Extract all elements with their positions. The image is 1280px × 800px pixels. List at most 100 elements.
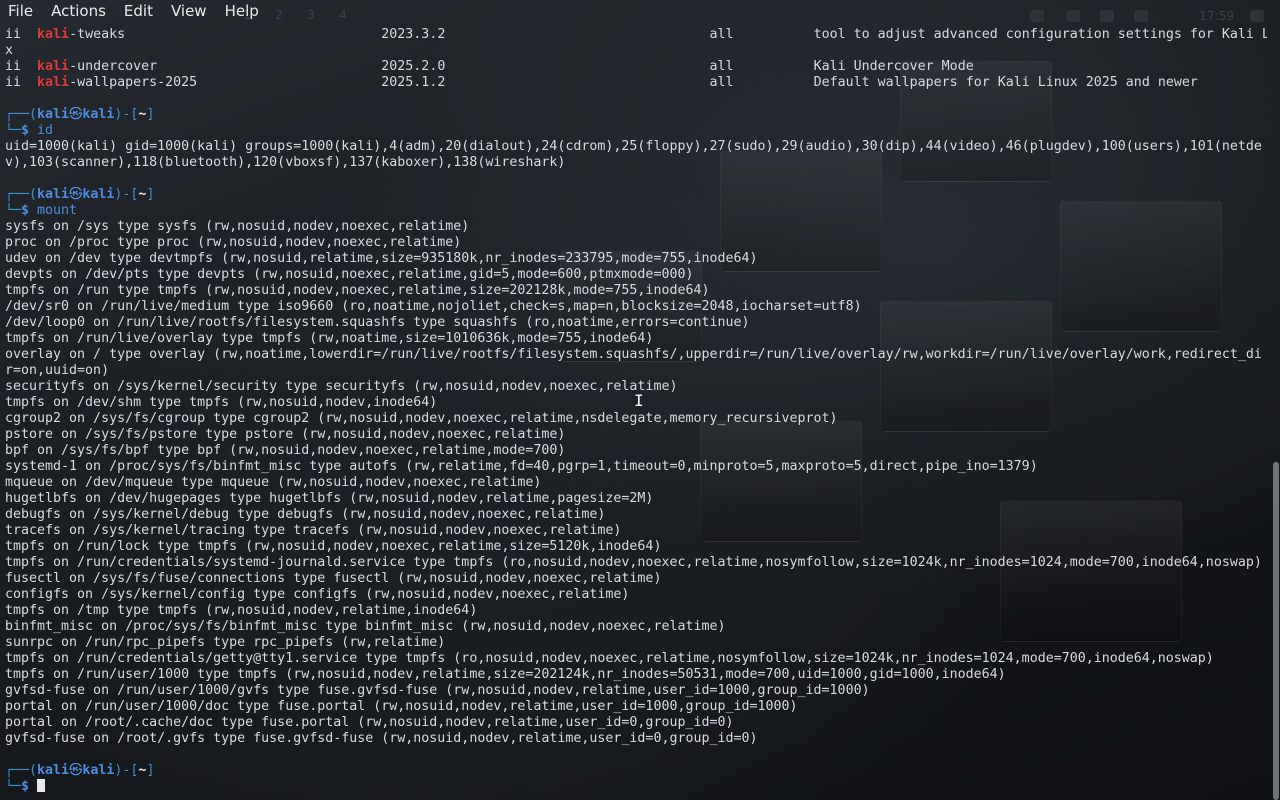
notification-bell-icon[interactable] — [1100, 10, 1114, 22]
mount-output-line: binfmt_misc on /proc/sys/fs/binfmt_misc … — [5, 619, 1267, 635]
mount-output-text: portal on /run/user/1000/doc type fuse.p… — [5, 699, 798, 714]
mount-output-text: r=on,uuid=on) — [5, 363, 110, 378]
mount-output-line: sunrpc on /run/rpc_pipefs type rpc_pipef… — [5, 635, 1267, 651]
mount-output-line: tmpfs on /run type tmpfs (rw,nosuid,node… — [5, 283, 1267, 299]
package-name: -undercover — [69, 59, 382, 74]
workspace-3[interactable]: 3 — [300, 8, 322, 24]
mount-output-text: tmpfs on /dev/shm type tmpfs (rw,nosuid,… — [5, 395, 438, 410]
prompt-line-2: └─$ mount — [5, 203, 1267, 219]
mount-output-text: bpf on /sys/fs/bpf type bpf (rw,nosuid,n… — [5, 443, 566, 458]
mount-output-line: gvfsd-fuse on /run/user/1000/gvfs type f… — [5, 683, 1267, 699]
package-arch: all — [709, 27, 814, 42]
mount-output-text: gvfsd-fuse on /run/user/1000/gvfs type f… — [5, 683, 870, 698]
mount-output-line: udev on /dev type devtmpfs (rw,nosuid,re… — [5, 251, 1267, 267]
menu-actions[interactable]: Actions — [42, 0, 115, 22]
mount-output-line: overlay on / type overlay (rw,noatime,lo… — [5, 347, 1267, 363]
package-description: tool to adjust advanced configuration se… — [813, 27, 1267, 42]
prompt-line-1: ┌──(kali㉿kali)-[~] — [5, 763, 1267, 779]
mount-output-line: /dev/sr0 on /run/live/medium type iso966… — [5, 299, 1267, 315]
package-row-wrap: x — [5, 43, 1267, 59]
menu-edit[interactable]: Edit — [115, 0, 162, 22]
package-description: Kali Undercover Mode — [813, 59, 974, 74]
mount-output-line: cgroup2 on /sys/fs/cgroup type cgroup2 (… — [5, 411, 1267, 427]
mount-output-line: tmpfs on /run/credentials/systemd-journa… — [5, 555, 1267, 571]
workspace-2[interactable]: 2 — [268, 8, 290, 24]
mount-output-text: tmpfs on /tmp type tmpfs (rw,nosuid,node… — [5, 603, 478, 618]
volume-icon[interactable] — [1066, 10, 1080, 22]
mount-output-line: mqueue on /dev/mqueue type mqueue (rw,no… — [5, 475, 1267, 491]
mount-output-text: portal on /root/.cache/doc type fuse.por… — [5, 715, 734, 730]
prompt-line-1: ┌──(kali㉿kali)-[~] — [5, 187, 1267, 203]
text-cursor-ibeam-icon: I — [634, 391, 644, 410]
package-version: 2025.2.0 — [381, 59, 710, 74]
workspace-4[interactable]: 4 — [332, 8, 354, 24]
mount-output-line: portal on /run/user/1000/doc type fuse.p… — [5, 699, 1267, 715]
mount-output-text: configfs on /sys/kernel/config type conf… — [5, 587, 630, 602]
prompt-bracket: └─ — [5, 123, 22, 138]
mount-output-line: tmpfs on /tmp type tmpfs (rw,nosuid,node… — [5, 603, 1267, 619]
mount-output-text: /dev/sr0 on /run/live/medium type iso966… — [5, 299, 862, 314]
mount-output-line: tracefs on /sys/kernel/tracing type trac… — [5, 523, 1267, 539]
prompt-line-2: └─$ — [5, 779, 1267, 795]
prompt-host: kali — [82, 187, 115, 202]
menu-file[interactable]: File — [0, 0, 42, 22]
mount-output-line: r=on,uuid=on) — [5, 363, 1267, 379]
id-output-text: v),103(scanner),118(bluetooth),120(vboxs… — [5, 155, 566, 170]
mount-output-text: systemd-1 on /proc/sys/fs/binfmt_misc ty… — [5, 459, 1038, 474]
command-text: id — [37, 123, 54, 138]
mount-output-text: mqueue on /dev/mqueue type mqueue (rw,no… — [5, 475, 542, 490]
mount-output-line: sysfs on /sys type sysfs (rw,nosuid,node… — [5, 219, 1267, 235]
lock-icon[interactable] — [1250, 10, 1264, 22]
terminal-scrollbar[interactable] — [1273, 462, 1279, 800]
menu-view[interactable]: View — [162, 0, 216, 22]
mount-output-line: tmpfs on /run/live/overlay type tmpfs (r… — [5, 331, 1267, 347]
mount-output-text: overlay on / type overlay (rw,noatime,lo… — [5, 347, 1262, 362]
prompt-bracket: └─ — [5, 779, 22, 794]
mount-output-line: tmpfs on /run/credentials/getty@tty1.ser… — [5, 651, 1267, 667]
prompt-bracket: ] — [146, 107, 155, 122]
prompt-host: kali — [82, 107, 115, 122]
panel-clock[interactable]: 17:59 — [1199, 9, 1234, 23]
package-row: ii kali-undercover 2025.2.0 all Kali Und… — [5, 59, 1267, 75]
prompt-dollar: $ — [21, 123, 38, 138]
prompt-symbol: ㉿ — [69, 763, 83, 778]
power-icon[interactable] — [1134, 10, 1148, 22]
mount-output-line: configfs on /sys/kernel/config type conf… — [5, 587, 1267, 603]
mount-output-line: debugfs on /sys/kernel/debug type debugf… — [5, 507, 1267, 523]
mount-output-line: proc on /proc type proc (rw,nosuid,nodev… — [5, 235, 1267, 251]
mount-output-text: tmpfs on /run type tmpfs (rw,nosuid,node… — [5, 283, 710, 298]
mount-output-text: fusectl on /sys/fs/fuse/connections type… — [5, 571, 662, 586]
mount-output-text: gvfsd-fuse on /root/.gvfs type fuse.gvfs… — [5, 731, 758, 746]
package-version: 2025.1.2 — [381, 75, 710, 90]
prompt-bracket: ┌──( — [5, 763, 38, 778]
mount-output-text: tmpfs on /run/credentials/systemd-journa… — [5, 555, 1262, 570]
display-icon[interactable] — [1030, 10, 1044, 22]
package-name-highlight: kali — [37, 27, 70, 42]
package-status: ii — [5, 75, 38, 90]
mount-output-line: pstore on /sys/fs/pstore type pstore (rw… — [5, 427, 1267, 443]
prompt-user: kali — [37, 107, 70, 122]
prompt-bracket: )-[ — [114, 107, 139, 122]
terminal-output[interactable]: ii kali-tweaks 2023.3.2 all tool to adju… — [5, 27, 1267, 795]
menu-help[interactable]: Help — [216, 0, 268, 22]
package-arch: all — [709, 59, 814, 74]
mount-output-text: cgroup2 on /sys/fs/cgroup type cgroup2 (… — [5, 411, 838, 426]
prompt-line-1: ┌──(kali㉿kali)-[~] — [5, 107, 1267, 123]
package-name: -wallpapers-2025 — [69, 75, 382, 90]
mount-output-line: systemd-1 on /proc/sys/fs/binfmt_misc ty… — [5, 459, 1267, 475]
id-output-text: uid=1000(kali) gid=1000(kali) groups=100… — [5, 139, 1262, 154]
mount-output-text: securityfs on /sys/kernel/security type … — [5, 379, 678, 394]
package-arch: all — [709, 75, 814, 90]
prompt-bracket: )-[ — [114, 763, 139, 778]
prompt-bracket: ] — [146, 763, 155, 778]
mount-output-text: tmpfs on /run/lock type tmpfs (rw,nosuid… — [5, 539, 662, 554]
prompt-dollar: $ — [21, 779, 38, 794]
package-row: ii kali-wallpapers-2025 2025.1.2 all Def… — [5, 75, 1267, 91]
mount-output-text: debugfs on /sys/kernel/debug type debugf… — [5, 507, 606, 522]
mount-output-line: tmpfs on /run/lock type tmpfs (rw,nosuid… — [5, 539, 1267, 555]
mount-output-line: gvfsd-fuse on /root/.gvfs type fuse.gvfs… — [5, 731, 1267, 747]
mount-output-line: portal on /root/.cache/doc type fuse.por… — [5, 715, 1267, 731]
